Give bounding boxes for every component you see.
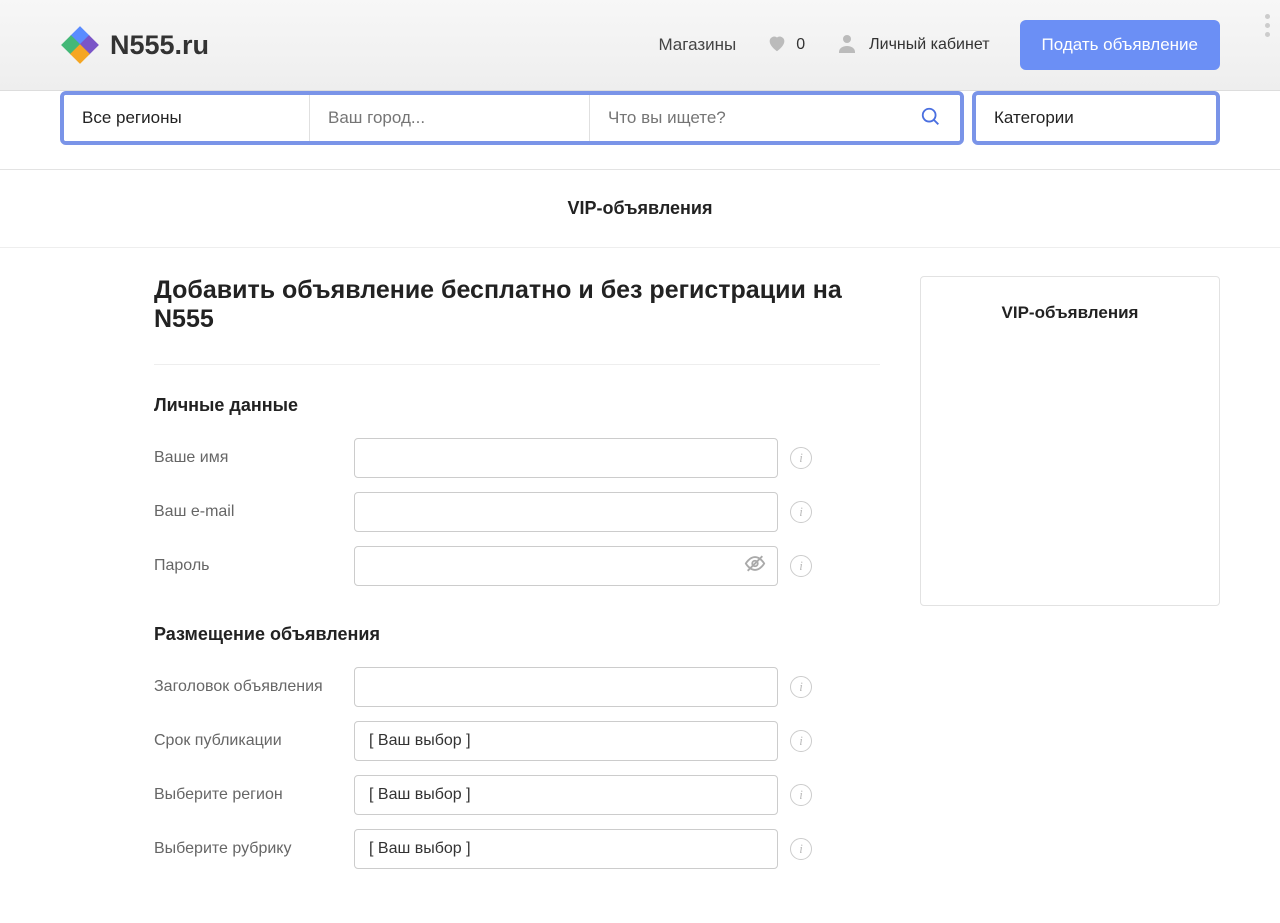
info-icon[interactable]: i xyxy=(790,784,812,806)
user-icon xyxy=(835,31,859,60)
region-select[interactable]: [ Ваш выбор ] xyxy=(354,775,778,815)
label-name: Ваше имя xyxy=(154,449,354,467)
email-input[interactable] xyxy=(354,492,778,532)
regions-dropdown[interactable]: Все регионы xyxy=(64,95,310,141)
password-input[interactable] xyxy=(354,546,778,586)
kebab-menu-icon[interactable] xyxy=(1265,14,1270,37)
label-category: Выберите рубрику xyxy=(154,840,354,858)
vip-strip: VIP-объявления xyxy=(0,170,1280,248)
search-icon xyxy=(920,116,942,131)
label-duration: Срок публикации xyxy=(154,732,354,750)
label-email: Ваш e-mail xyxy=(154,503,354,521)
logo[interactable]: N555.ru xyxy=(60,25,209,65)
info-icon[interactable]: i xyxy=(790,676,812,698)
nav-shops-link[interactable]: Магазины xyxy=(658,35,736,55)
info-icon[interactable]: i xyxy=(790,555,812,577)
eye-off-icon[interactable] xyxy=(744,553,766,580)
heart-icon xyxy=(766,32,788,59)
favorites-link[interactable]: 0 xyxy=(766,32,805,59)
post-ad-button[interactable]: Подать объявление xyxy=(1020,20,1220,70)
info-icon[interactable]: i xyxy=(790,501,812,523)
label-headline: Заголовок объявления xyxy=(154,678,354,696)
vip-sidebar-title: VIP-объявления xyxy=(939,303,1201,323)
info-icon[interactable]: i xyxy=(790,447,812,469)
name-input[interactable] xyxy=(354,438,778,478)
headline-input[interactable] xyxy=(354,667,778,707)
favorites-count: 0 xyxy=(796,36,805,54)
topbar: N555.ru Магазины 0 Личный кабинет Подать… xyxy=(0,0,1280,91)
search-input[interactable] xyxy=(590,95,902,141)
searchbar-row: Все регионы Категории xyxy=(0,91,1280,170)
logo-icon xyxy=(60,25,100,65)
logo-text: N555.ru xyxy=(110,30,209,61)
city-input[interactable] xyxy=(310,95,590,141)
category-select[interactable]: [ Ваш выбор ] xyxy=(354,829,778,869)
search-group: Все регионы xyxy=(60,91,964,145)
duration-select[interactable]: [ Ваш выбор ] xyxy=(354,721,778,761)
account-link[interactable]: Личный кабинет xyxy=(835,31,989,60)
vip-sidebar-box: VIP-объявления xyxy=(920,276,1220,606)
label-password: Пароль xyxy=(154,557,354,575)
info-icon[interactable]: i xyxy=(790,730,812,752)
account-label: Личный кабинет xyxy=(869,36,989,54)
section-placement-title: Размещение объявления xyxy=(154,624,880,645)
label-region: Выберите регион xyxy=(154,786,354,804)
info-icon[interactable]: i xyxy=(790,838,812,860)
section-personal-title: Личные данные xyxy=(154,395,880,416)
page-title: Добавить объявление бесплатно и без реги… xyxy=(154,276,880,365)
search-button[interactable] xyxy=(902,106,960,131)
categories-dropdown[interactable]: Категории xyxy=(972,91,1220,145)
top-nav: Магазины 0 Личный кабинет Подать объявле… xyxy=(658,20,1220,70)
